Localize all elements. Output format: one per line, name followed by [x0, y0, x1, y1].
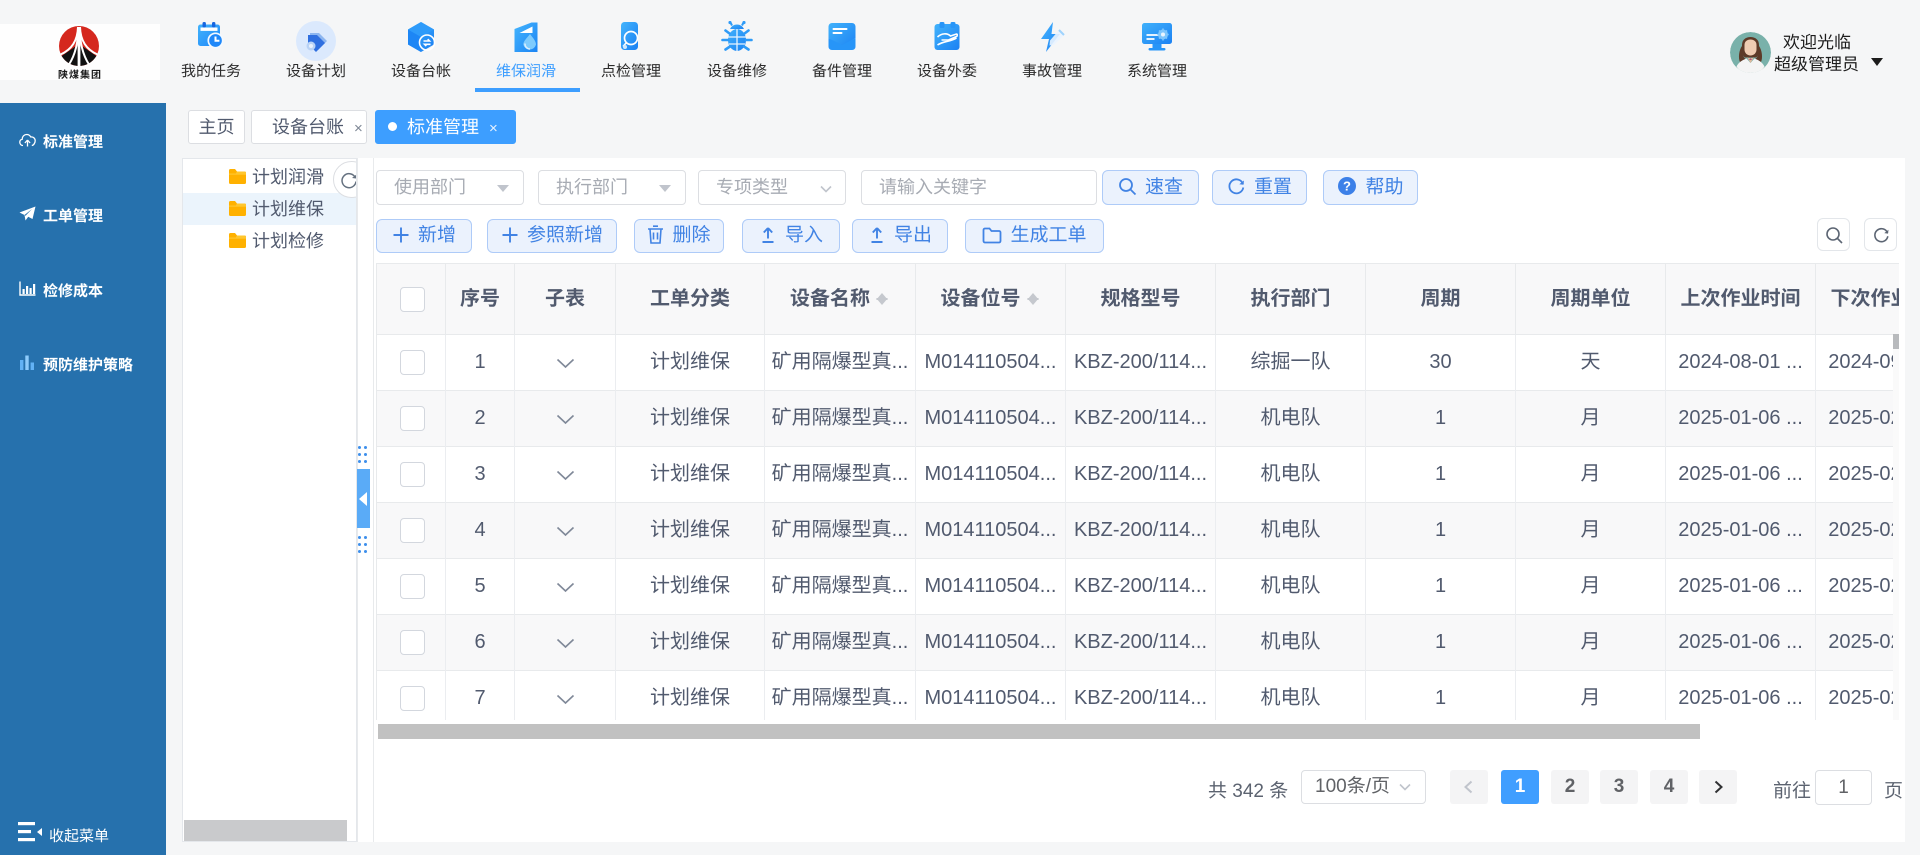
svg-text:?: ?	[1344, 179, 1352, 194]
